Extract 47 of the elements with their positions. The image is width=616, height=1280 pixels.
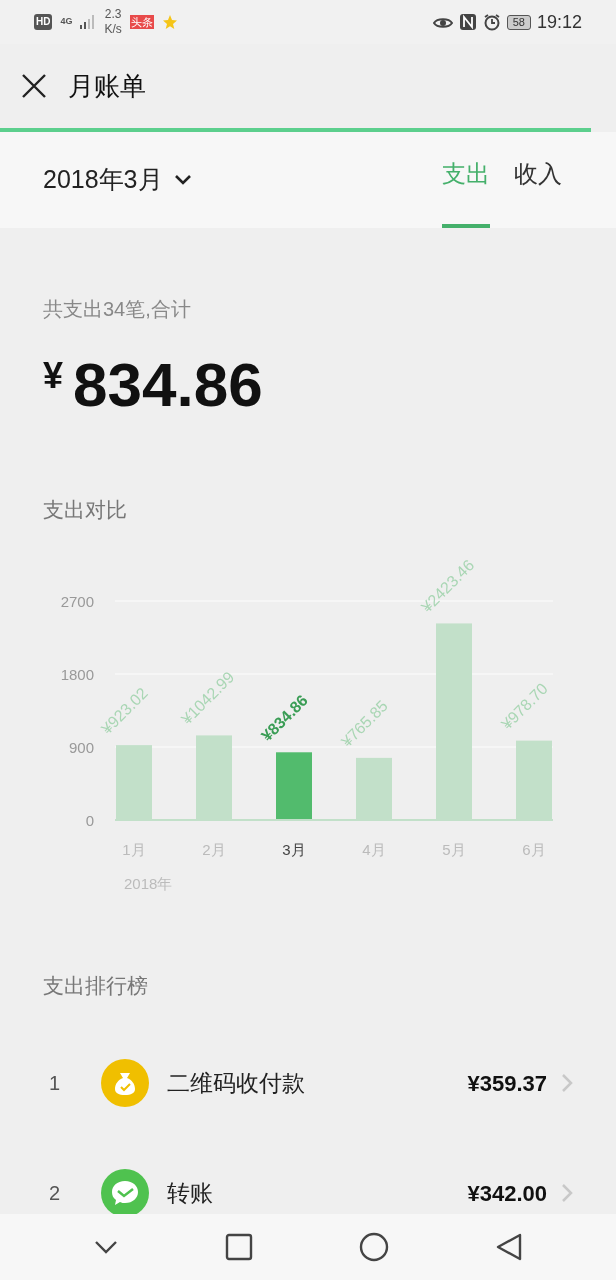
category-name: 二维码收付款 <box>167 1068 306 1098</box>
alarm-icon <box>482 13 501 31</box>
axis-label: 3月 <box>282 840 306 858</box>
axis-label: 900 <box>68 738 94 756</box>
axis-label: 1800 <box>60 665 94 683</box>
eye-icon <box>432 15 453 29</box>
rank-number: 2 <box>48 1181 62 1206</box>
section-title: 支出对比 <box>43 497 128 523</box>
hd-badge: HD <box>34 14 53 30</box>
ranking-row[interactable]: 1 二维码收付款 ¥359.37 <box>43 1059 573 1107</box>
chevron-right-icon <box>561 1073 573 1093</box>
bar[interactable] <box>116 744 152 820</box>
category-name: 转账 <box>167 1178 214 1208</box>
square-icon[interactable] <box>225 1233 253 1261</box>
bar[interactable] <box>356 757 392 820</box>
section-title: 支出排行榜 <box>43 972 149 999</box>
page-title: 月账单 <box>68 69 146 103</box>
signal-icon <box>80 15 97 29</box>
speed-value: 2.3 <box>104 7 122 22</box>
tab[interactable]: 收入 <box>514 132 562 228</box>
axis-label: 2700 <box>60 592 94 610</box>
bar[interactable] <box>516 740 552 820</box>
axis-label: 0 <box>85 811 94 829</box>
summary-caption: 共支出34笔,合计 <box>43 297 192 322</box>
chevron-down-icon[interactable] <box>93 1239 119 1255</box>
bar[interactable] <box>436 622 472 820</box>
category-amount: ¥359.37 <box>467 1069 547 1098</box>
month-selector[interactable]: 2018年3月 <box>43 161 193 199</box>
back-triangle-icon[interactable] <box>495 1232 523 1262</box>
nfc-icon <box>458 13 477 31</box>
bar[interactable] <box>276 751 312 820</box>
star-icon <box>161 14 178 30</box>
chevron-right-icon <box>561 1183 573 1203</box>
news-app-icon: 头条 <box>129 15 154 29</box>
battery-indicator: 58 <box>506 14 531 30</box>
speed-unit: K/s <box>104 22 122 37</box>
bar[interactable] <box>196 734 232 820</box>
currency-symbol: ¥ <box>43 354 64 398</box>
money-bag-icon <box>101 1059 149 1107</box>
clock: 19:12 <box>536 10 582 34</box>
network-label: 4G <box>60 15 73 29</box>
total-amount: 834.86 <box>73 352 263 418</box>
chevron-down-icon <box>172 173 193 187</box>
category-amount: ¥342.00 <box>467 1179 547 1208</box>
rank-number: 1 <box>48 1071 62 1096</box>
circle-icon[interactable] <box>359 1232 389 1262</box>
close-icon[interactable] <box>20 72 48 100</box>
